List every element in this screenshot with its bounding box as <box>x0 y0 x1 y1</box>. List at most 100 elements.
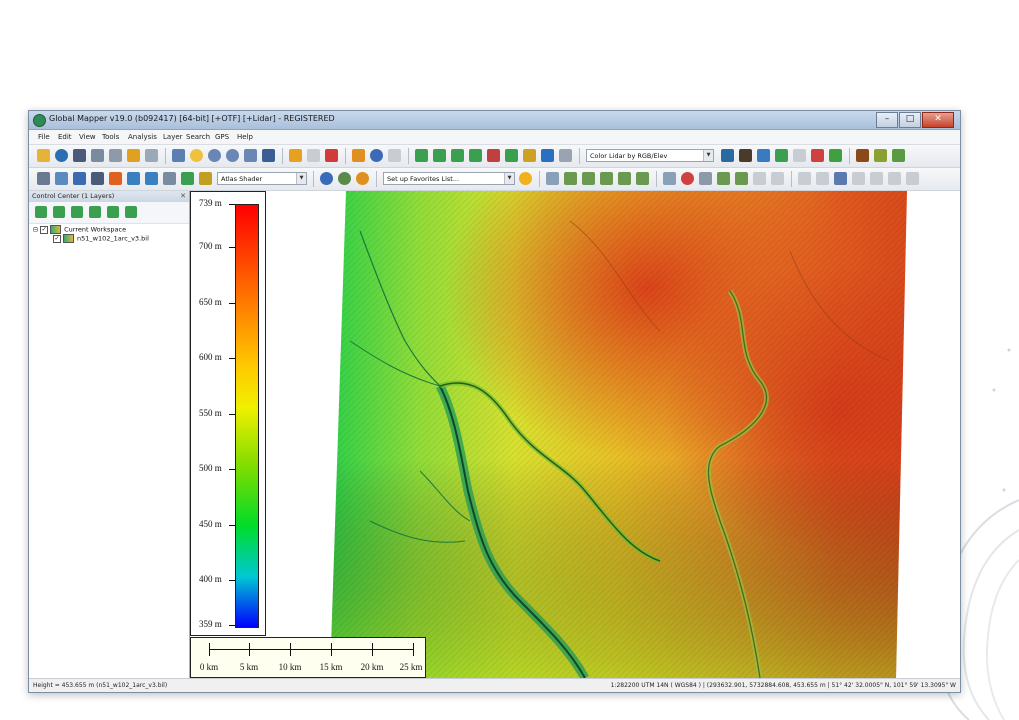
vertex-tool-5-icon[interactable] <box>870 172 883 185</box>
close-button[interactable]: ✕ <box>922 112 954 128</box>
close-icon[interactable]: ✕ <box>180 191 186 202</box>
lidar-3-icon[interactable] <box>757 149 770 162</box>
layer-up-icon[interactable] <box>89 206 101 218</box>
vegetation-icon[interactable] <box>874 149 887 162</box>
line-tool-5-icon[interactable] <box>618 172 631 185</box>
layer-metadata-icon[interactable] <box>71 206 83 218</box>
mountain-icon[interactable] <box>856 149 869 162</box>
pencil-icon[interactable] <box>289 149 302 162</box>
vertex-tool-2-icon[interactable] <box>816 172 829 185</box>
layer-down-icon[interactable] <box>107 206 119 218</box>
home-icon[interactable] <box>262 149 275 162</box>
line-tool-3-icon[interactable] <box>582 172 595 185</box>
terrain-1-icon[interactable] <box>415 149 428 162</box>
water-icon[interactable] <box>127 172 140 185</box>
terrain-6-icon[interactable] <box>505 149 518 162</box>
hillshade-icon[interactable] <box>181 172 194 185</box>
script-icon[interactable] <box>73 172 86 185</box>
refresh-icon[interactable] <box>356 172 369 185</box>
filter-icon[interactable] <box>811 149 824 162</box>
zoom-out-icon[interactable] <box>226 149 239 162</box>
edit-tool-4-icon[interactable] <box>717 172 730 185</box>
elevation-map[interactable] <box>190 191 960 678</box>
maximize-button[interactable]: □ <box>899 112 921 128</box>
checkbox-icon[interactable]: ✓ <box>53 234 61 243</box>
layer-options-icon[interactable] <box>53 206 65 218</box>
checkbox-icon[interactable]: ✓ <box>40 225 49 234</box>
minimize-button[interactable]: – <box>876 112 898 128</box>
lidar-color-select[interactable]: Color Lidar by RGB/Elev ▼ <box>586 149 714 162</box>
zoom-in-icon[interactable] <box>208 149 221 162</box>
control-center-icon[interactable] <box>127 149 140 162</box>
lidar-4-icon[interactable] <box>775 149 788 162</box>
title-bar[interactable]: Global Mapper v19.0 (b092417) [64-bit] [… <box>29 111 960 130</box>
line-tool-2-icon[interactable] <box>564 172 577 185</box>
edit-tool-5-icon[interactable] <box>735 172 748 185</box>
edit-tool-3-icon[interactable] <box>699 172 712 185</box>
favorites-star-icon[interactable] <box>519 172 532 185</box>
terrain-3-icon[interactable] <box>451 149 464 162</box>
favorites-select[interactable]: Set up Favorites List... ▼ <box>383 172 515 185</box>
terrain-7-icon[interactable] <box>523 149 536 162</box>
terrain-2-icon[interactable] <box>433 149 446 162</box>
terrain-8-icon[interactable] <box>541 149 554 162</box>
layer-remove-icon[interactable] <box>125 206 137 218</box>
lidar-1-icon[interactable] <box>721 149 734 162</box>
map-view[interactable]: 739 m 700 m 650 m 600 m 550 m 500 m 450 … <box>190 191 960 678</box>
layer-add-icon[interactable] <box>35 206 47 218</box>
config-icon[interactable] <box>145 149 158 162</box>
tree-icon[interactable] <box>892 149 905 162</box>
vertex-tool-6-icon[interactable] <box>888 172 901 185</box>
select-icon[interactable] <box>307 149 320 162</box>
menu-analysis[interactable]: Analysis <box>128 133 157 141</box>
wrench-icon[interactable] <box>109 149 122 162</box>
lidar-2-icon[interactable] <box>739 149 752 162</box>
lidar-5-icon[interactable] <box>793 149 806 162</box>
3d-globe-icon[interactable] <box>320 172 333 185</box>
menu-edit[interactable]: Edit <box>58 133 72 141</box>
digitizer-icon[interactable] <box>172 149 185 162</box>
settings-gear-icon[interactable] <box>338 172 351 185</box>
lidar-7-icon[interactable] <box>829 149 842 162</box>
vertex-tool-7-icon[interactable] <box>906 172 919 185</box>
globe-icon[interactable] <box>55 149 68 162</box>
tree-item-workspace[interactable]: ⊟ ✓ Current Workspace <box>33 225 126 234</box>
menu-file[interactable]: File <box>38 133 50 141</box>
print-icon[interactable] <box>91 149 104 162</box>
open-folder-icon[interactable] <box>37 149 50 162</box>
menu-layer[interactable]: Layer <box>163 133 183 141</box>
vertex-tool-1-icon[interactable] <box>798 172 811 185</box>
report-icon[interactable] <box>388 149 401 162</box>
edit-tool-6-icon[interactable] <box>753 172 766 185</box>
menu-tools[interactable]: Tools <box>102 133 119 141</box>
terrain-5-icon[interactable] <box>487 149 500 162</box>
terrain-9-icon[interactable] <box>559 149 572 162</box>
menu-search[interactable]: Search <box>186 133 210 141</box>
water-level-icon[interactable] <box>145 172 158 185</box>
save-icon[interactable] <box>73 149 86 162</box>
measure-icon[interactable] <box>352 149 365 162</box>
tree-item-layer[interactable]: ✓ n51_w102_1arc_v3.bil <box>53 234 149 243</box>
collapse-icon[interactable]: ⊟ <box>33 227 38 234</box>
contrast-icon[interactable] <box>163 172 176 185</box>
menu-help[interactable]: Help <box>237 133 253 141</box>
line-tool-4-icon[interactable] <box>600 172 613 185</box>
edit-tool-7-icon[interactable] <box>771 172 784 185</box>
vertex-tool-4-icon[interactable] <box>852 172 865 185</box>
delete-icon[interactable] <box>325 149 338 162</box>
terrain-4-icon[interactable] <box>469 149 482 162</box>
atlas-shader-icon[interactable] <box>199 172 212 185</box>
vertex-tool-3-icon[interactable] <box>834 172 847 185</box>
pan-hand-icon[interactable] <box>190 149 203 162</box>
shader-select[interactable]: Atlas Shader ▼ <box>217 172 307 185</box>
layers-icon[interactable] <box>55 172 68 185</box>
grid-icon[interactable] <box>37 172 50 185</box>
back-arrow-icon[interactable] <box>244 149 257 162</box>
edit-tool-1-icon[interactable] <box>663 172 676 185</box>
raster-icon[interactable] <box>91 172 104 185</box>
target-icon[interactable] <box>681 172 694 185</box>
info-icon[interactable] <box>370 149 383 162</box>
shader-icon[interactable] <box>109 172 122 185</box>
line-tool-6-icon[interactable] <box>636 172 649 185</box>
menu-view[interactable]: View <box>79 133 96 141</box>
